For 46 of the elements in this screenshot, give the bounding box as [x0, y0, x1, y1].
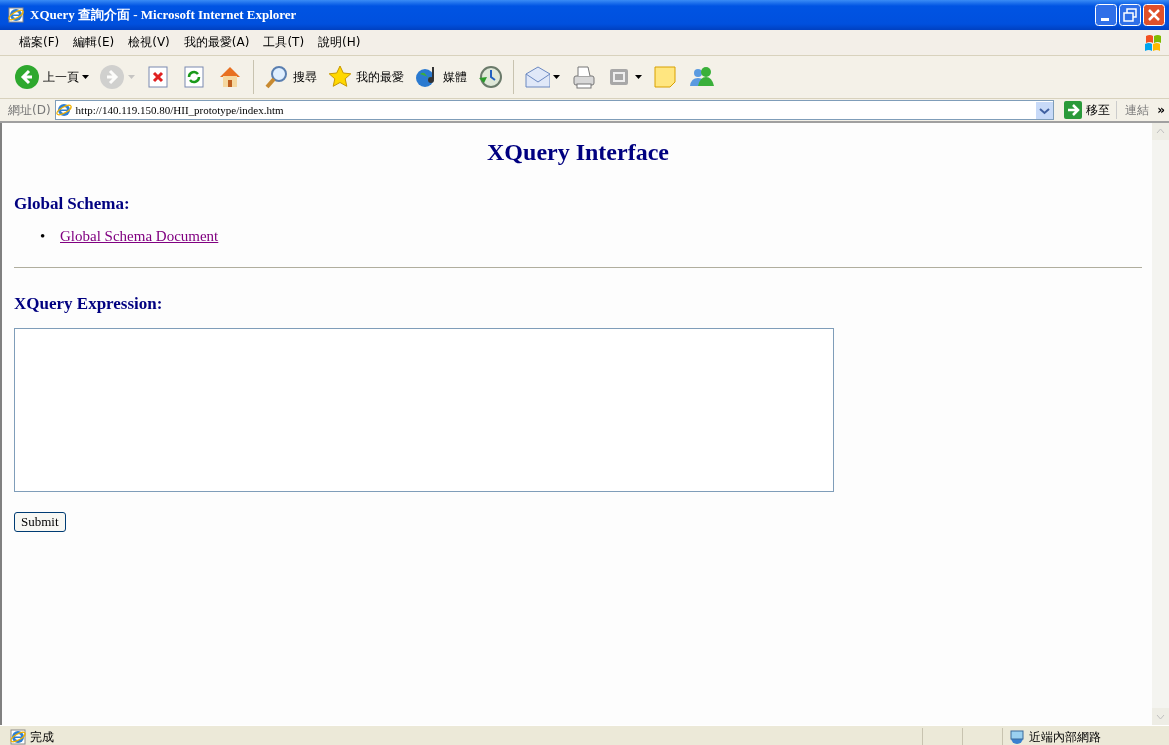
mail-icon [524, 64, 550, 90]
arrow-icon [1064, 101, 1083, 119]
dropdown-arrow-icon [635, 75, 642, 79]
bullet: • [40, 228, 47, 245]
links-button[interactable]: 連結 [1121, 101, 1154, 119]
restore-icon[interactable] [1119, 4, 1141, 26]
stop-icon [145, 64, 171, 90]
address-field[interactable]: http://140.119.150.80/HII_prototype/index.htm [54, 100, 1055, 120]
menu-item[interactable]: 工具(T) [256, 32, 312, 53]
status-text: 完成 [30, 728, 55, 745]
dropdown-arrow-icon [82, 75, 89, 79]
print-icon [570, 64, 596, 90]
zone-text: 近端內部網路 [1029, 728, 1101, 745]
refresh-icon [181, 64, 207, 90]
address-label: 網址(D) [8, 101, 51, 119]
section-heading: XQuery Expression: [14, 294, 164, 314]
browser-icon [8, 7, 24, 23]
menu-item[interactable]: 編輯(E) [66, 32, 122, 53]
search-icon [264, 64, 290, 90]
minimize-icon[interactable] [1095, 4, 1117, 26]
page-title: XQuery Interface [486, 139, 670, 166]
window-title: XQuery 查詢介面 - Microsoft Internet Explorer [30, 6, 298, 24]
more-button[interactable]: » [1157, 103, 1165, 117]
submit-button[interactable]: Submit [14, 512, 66, 532]
dropdown-arrow-icon [553, 75, 560, 79]
document-link[interactable]: Global Schema Document [60, 228, 219, 244]
forward-icon [99, 64, 125, 90]
close-icon[interactable] [1143, 4, 1165, 26]
menu-item[interactable]: 檔案(F) [12, 32, 67, 53]
note-icon [652, 64, 678, 90]
network-icon [1009, 729, 1025, 745]
toolbar-button[interactable]: 我的最愛 [323, 62, 408, 92]
menu-item[interactable]: 檢視(V) [121, 32, 177, 53]
history-icon [477, 64, 503, 90]
section-heading: Global Schema: [14, 194, 131, 214]
menu-item[interactable]: 說明(H) [311, 32, 368, 53]
go-button[interactable]: 移至 [1058, 101, 1118, 119]
page-icon [55, 102, 72, 118]
query-input-field[interactable] [14, 328, 834, 492]
toolbar-button[interactable]: 上一頁 [10, 62, 93, 92]
toolbar-button[interactable]: 搜尋 [260, 62, 321, 92]
dropdown-arrow-icon [128, 75, 135, 79]
menu-item[interactable]: 我的最愛(A) [176, 32, 257, 53]
toolbar-button[interactable]: 媒體 [410, 62, 471, 92]
star-icon [327, 64, 353, 90]
back-icon [14, 64, 40, 90]
